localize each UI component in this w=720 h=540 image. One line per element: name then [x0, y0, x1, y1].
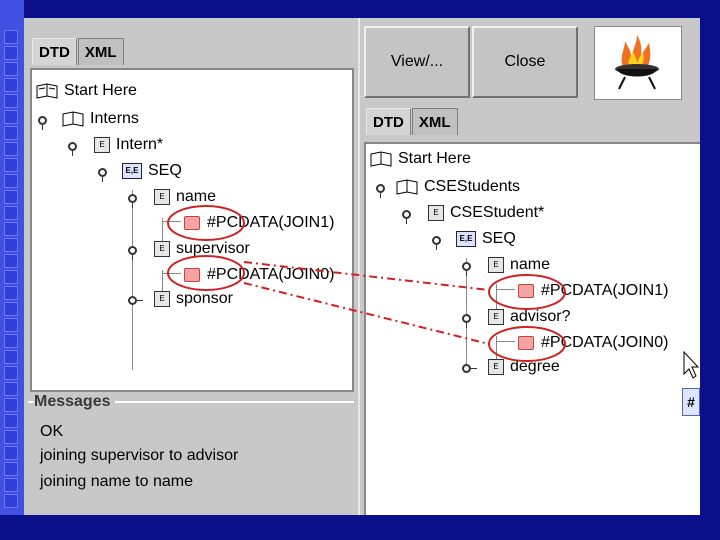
annotation-circle	[167, 205, 245, 241]
annotation-circle	[488, 326, 566, 362]
join-line-join1	[243, 261, 490, 291]
join-annotations	[167, 205, 700, 379]
mouse-cursor-icon	[683, 350, 700, 379]
join-line-join0	[243, 282, 490, 345]
annotation-circle	[167, 255, 245, 291]
annotation-circle	[488, 274, 566, 310]
